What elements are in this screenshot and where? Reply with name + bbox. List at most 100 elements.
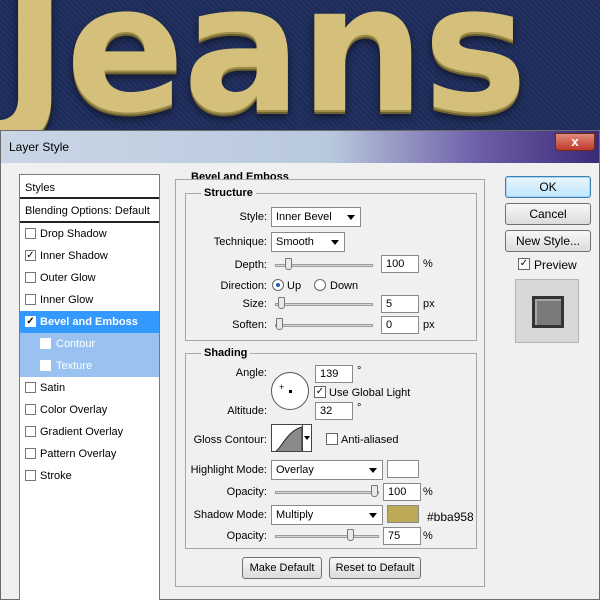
depth-slider-thumb[interactable] bbox=[285, 258, 292, 270]
shadow-opacity-label: Opacity: bbox=[226, 530, 267, 542]
chevron-down-icon bbox=[369, 513, 377, 518]
style-item-checkbox[interactable] bbox=[40, 338, 51, 349]
shading-title: Shading bbox=[201, 347, 251, 359]
angle-label: Angle: bbox=[235, 367, 267, 379]
style-item-checkbox[interactable] bbox=[25, 382, 36, 393]
style-item-checkbox[interactable] bbox=[40, 360, 51, 371]
soften-slider[interactable] bbox=[275, 318, 373, 330]
style-item-color-overlay[interactable]: Color Overlay bbox=[20, 399, 159, 421]
highlight-opacity-slider[interactable] bbox=[275, 485, 379, 497]
anti-aliased-checkbox[interactable] bbox=[326, 433, 338, 445]
style-item-checkbox[interactable] bbox=[25, 228, 36, 239]
style-item-texture[interactable]: Texture bbox=[20, 355, 159, 377]
style-item-label: Drop Shadow bbox=[40, 228, 107, 240]
size-slider[interactable] bbox=[275, 297, 373, 309]
technique-select-value: Smooth bbox=[276, 236, 314, 248]
direction-down-label[interactable]: Down bbox=[330, 280, 358, 292]
highlight-mode-value: Overlay bbox=[276, 464, 314, 476]
global-light-label[interactable]: Use Global Light bbox=[329, 387, 410, 399]
highlight-opacity-unit: % bbox=[423, 486, 433, 498]
global-light-checkbox[interactable]: ✓ bbox=[314, 386, 326, 398]
style-item-bevel-and-emboss[interactable]: ✓ Bevel and Emboss bbox=[20, 311, 159, 333]
preview-label[interactable]: Preview bbox=[534, 258, 577, 272]
depth-label: Depth: bbox=[234, 259, 267, 271]
direction-down-radio[interactable] bbox=[314, 279, 326, 291]
ok-button[interactable]: OK bbox=[505, 176, 591, 198]
highlight-mode-select[interactable]: Overlay bbox=[271, 460, 383, 480]
style-item-checkbox[interactable] bbox=[25, 294, 36, 305]
style-select[interactable]: Inner Bevel bbox=[271, 207, 361, 227]
styles-header[interactable]: Styles bbox=[20, 175, 159, 199]
contour-curve-icon bbox=[275, 426, 302, 451]
size-slider-thumb[interactable] bbox=[278, 297, 285, 309]
altitude-label: Altitude: bbox=[227, 405, 267, 417]
cancel-button[interactable]: Cancel bbox=[505, 203, 591, 225]
style-item-checkbox[interactable] bbox=[25, 448, 36, 459]
gloss-contour-dropdown[interactable] bbox=[302, 424, 312, 452]
style-item-inner-shadow[interactable]: ✓ Inner Shadow bbox=[20, 245, 159, 267]
depth-slider[interactable] bbox=[275, 258, 373, 270]
highlight-opacity-label: Opacity: bbox=[226, 486, 267, 498]
style-item-label: Inner Glow bbox=[40, 294, 94, 306]
direction-up-label[interactable]: Up bbox=[287, 280, 301, 292]
style-item-checkbox[interactable]: ✓ bbox=[25, 250, 36, 261]
style-item-contour[interactable]: Contour bbox=[20, 333, 159, 355]
close-button[interactable]: x bbox=[555, 133, 595, 151]
style-item-stroke[interactable]: Stroke bbox=[20, 465, 159, 487]
shadow-opacity-slider[interactable] bbox=[275, 529, 379, 541]
depth-input[interactable]: 100 bbox=[381, 255, 419, 273]
dialog-title: Layer Style bbox=[9, 140, 70, 154]
structure-title: Structure bbox=[201, 187, 256, 199]
style-item-inner-glow[interactable]: Inner Glow bbox=[20, 289, 159, 311]
shadow-opacity-input[interactable]: 75 bbox=[383, 527, 421, 545]
gloss-contour-thumbnail[interactable] bbox=[271, 424, 303, 452]
close-icon: x bbox=[571, 134, 579, 149]
shadow-mode-value: Multiply bbox=[276, 509, 314, 521]
style-item-pattern-overlay[interactable]: Pattern Overlay bbox=[20, 443, 159, 465]
style-item-label: Outer Glow bbox=[40, 272, 96, 284]
highlight-opacity-input[interactable]: 100 bbox=[383, 483, 421, 501]
style-item-checkbox[interactable] bbox=[25, 272, 36, 283]
style-item-checkbox[interactable] bbox=[25, 426, 36, 437]
soften-slider-thumb[interactable] bbox=[276, 318, 283, 330]
style-item-label: Inner Shadow bbox=[40, 250, 108, 262]
angle-dial[interactable]: + bbox=[271, 372, 309, 410]
gloss-contour-label: Gloss Contour: bbox=[193, 434, 267, 446]
anti-aliased-label[interactable]: Anti-aliased bbox=[341, 434, 398, 446]
size-input[interactable]: 5 bbox=[381, 295, 419, 313]
shadow-color-swatch[interactable] bbox=[387, 505, 419, 523]
style-item-label: Pattern Overlay bbox=[40, 448, 117, 460]
altitude-input[interactable]: 32 bbox=[315, 402, 353, 420]
soften-input[interactable]: 0 bbox=[381, 316, 419, 334]
angle-input[interactable]: 139 bbox=[315, 365, 353, 383]
style-item-label: Contour bbox=[56, 338, 96, 350]
style-item-checkbox[interactable] bbox=[25, 404, 36, 415]
shadow-opacity-thumb[interactable] bbox=[347, 529, 354, 541]
style-item-label: Texture bbox=[56, 360, 93, 372]
blending-options-item[interactable]: Blending Options: Default bbox=[20, 199, 159, 223]
shadow-mode-select[interactable]: Multiply bbox=[271, 505, 383, 525]
highlight-opacity-thumb[interactable] bbox=[371, 485, 378, 497]
preview-checkbox[interactable]: ✓ bbox=[518, 258, 530, 270]
technique-label: Technique: bbox=[213, 236, 267, 248]
preview-swatch bbox=[532, 296, 564, 328]
style-item-satin[interactable]: Satin bbox=[20, 377, 159, 399]
styles-list: Styles Blending Options: Default Drop Sh… bbox=[19, 174, 160, 600]
style-item-checkbox[interactable]: ✓ bbox=[25, 316, 36, 327]
size-label: Size: bbox=[242, 298, 267, 310]
style-item-gradient-overlay[interactable]: Gradient Overlay bbox=[20, 421, 159, 443]
reset-to-default-button[interactable]: Reset to Default bbox=[329, 557, 421, 579]
style-item-drop-shadow[interactable]: Drop Shadow bbox=[20, 223, 159, 245]
highlight-mode-label: Highlight Mode: bbox=[190, 464, 267, 476]
direction-label: Direction: bbox=[220, 280, 267, 292]
style-item-outer-glow[interactable]: Outer Glow bbox=[20, 267, 159, 289]
highlight-color-swatch[interactable] bbox=[387, 460, 419, 478]
make-default-button[interactable]: Make Default bbox=[242, 557, 322, 579]
depth-unit: % bbox=[423, 258, 433, 270]
title-bar[interactable]: Layer Style x bbox=[1, 131, 599, 163]
style-label: Style: bbox=[239, 211, 267, 223]
direction-up-radio[interactable] bbox=[272, 279, 284, 291]
style-item-checkbox[interactable] bbox=[25, 470, 36, 481]
new-style-button[interactable]: New Style... bbox=[505, 230, 591, 252]
technique-select[interactable]: Smooth bbox=[271, 232, 345, 252]
